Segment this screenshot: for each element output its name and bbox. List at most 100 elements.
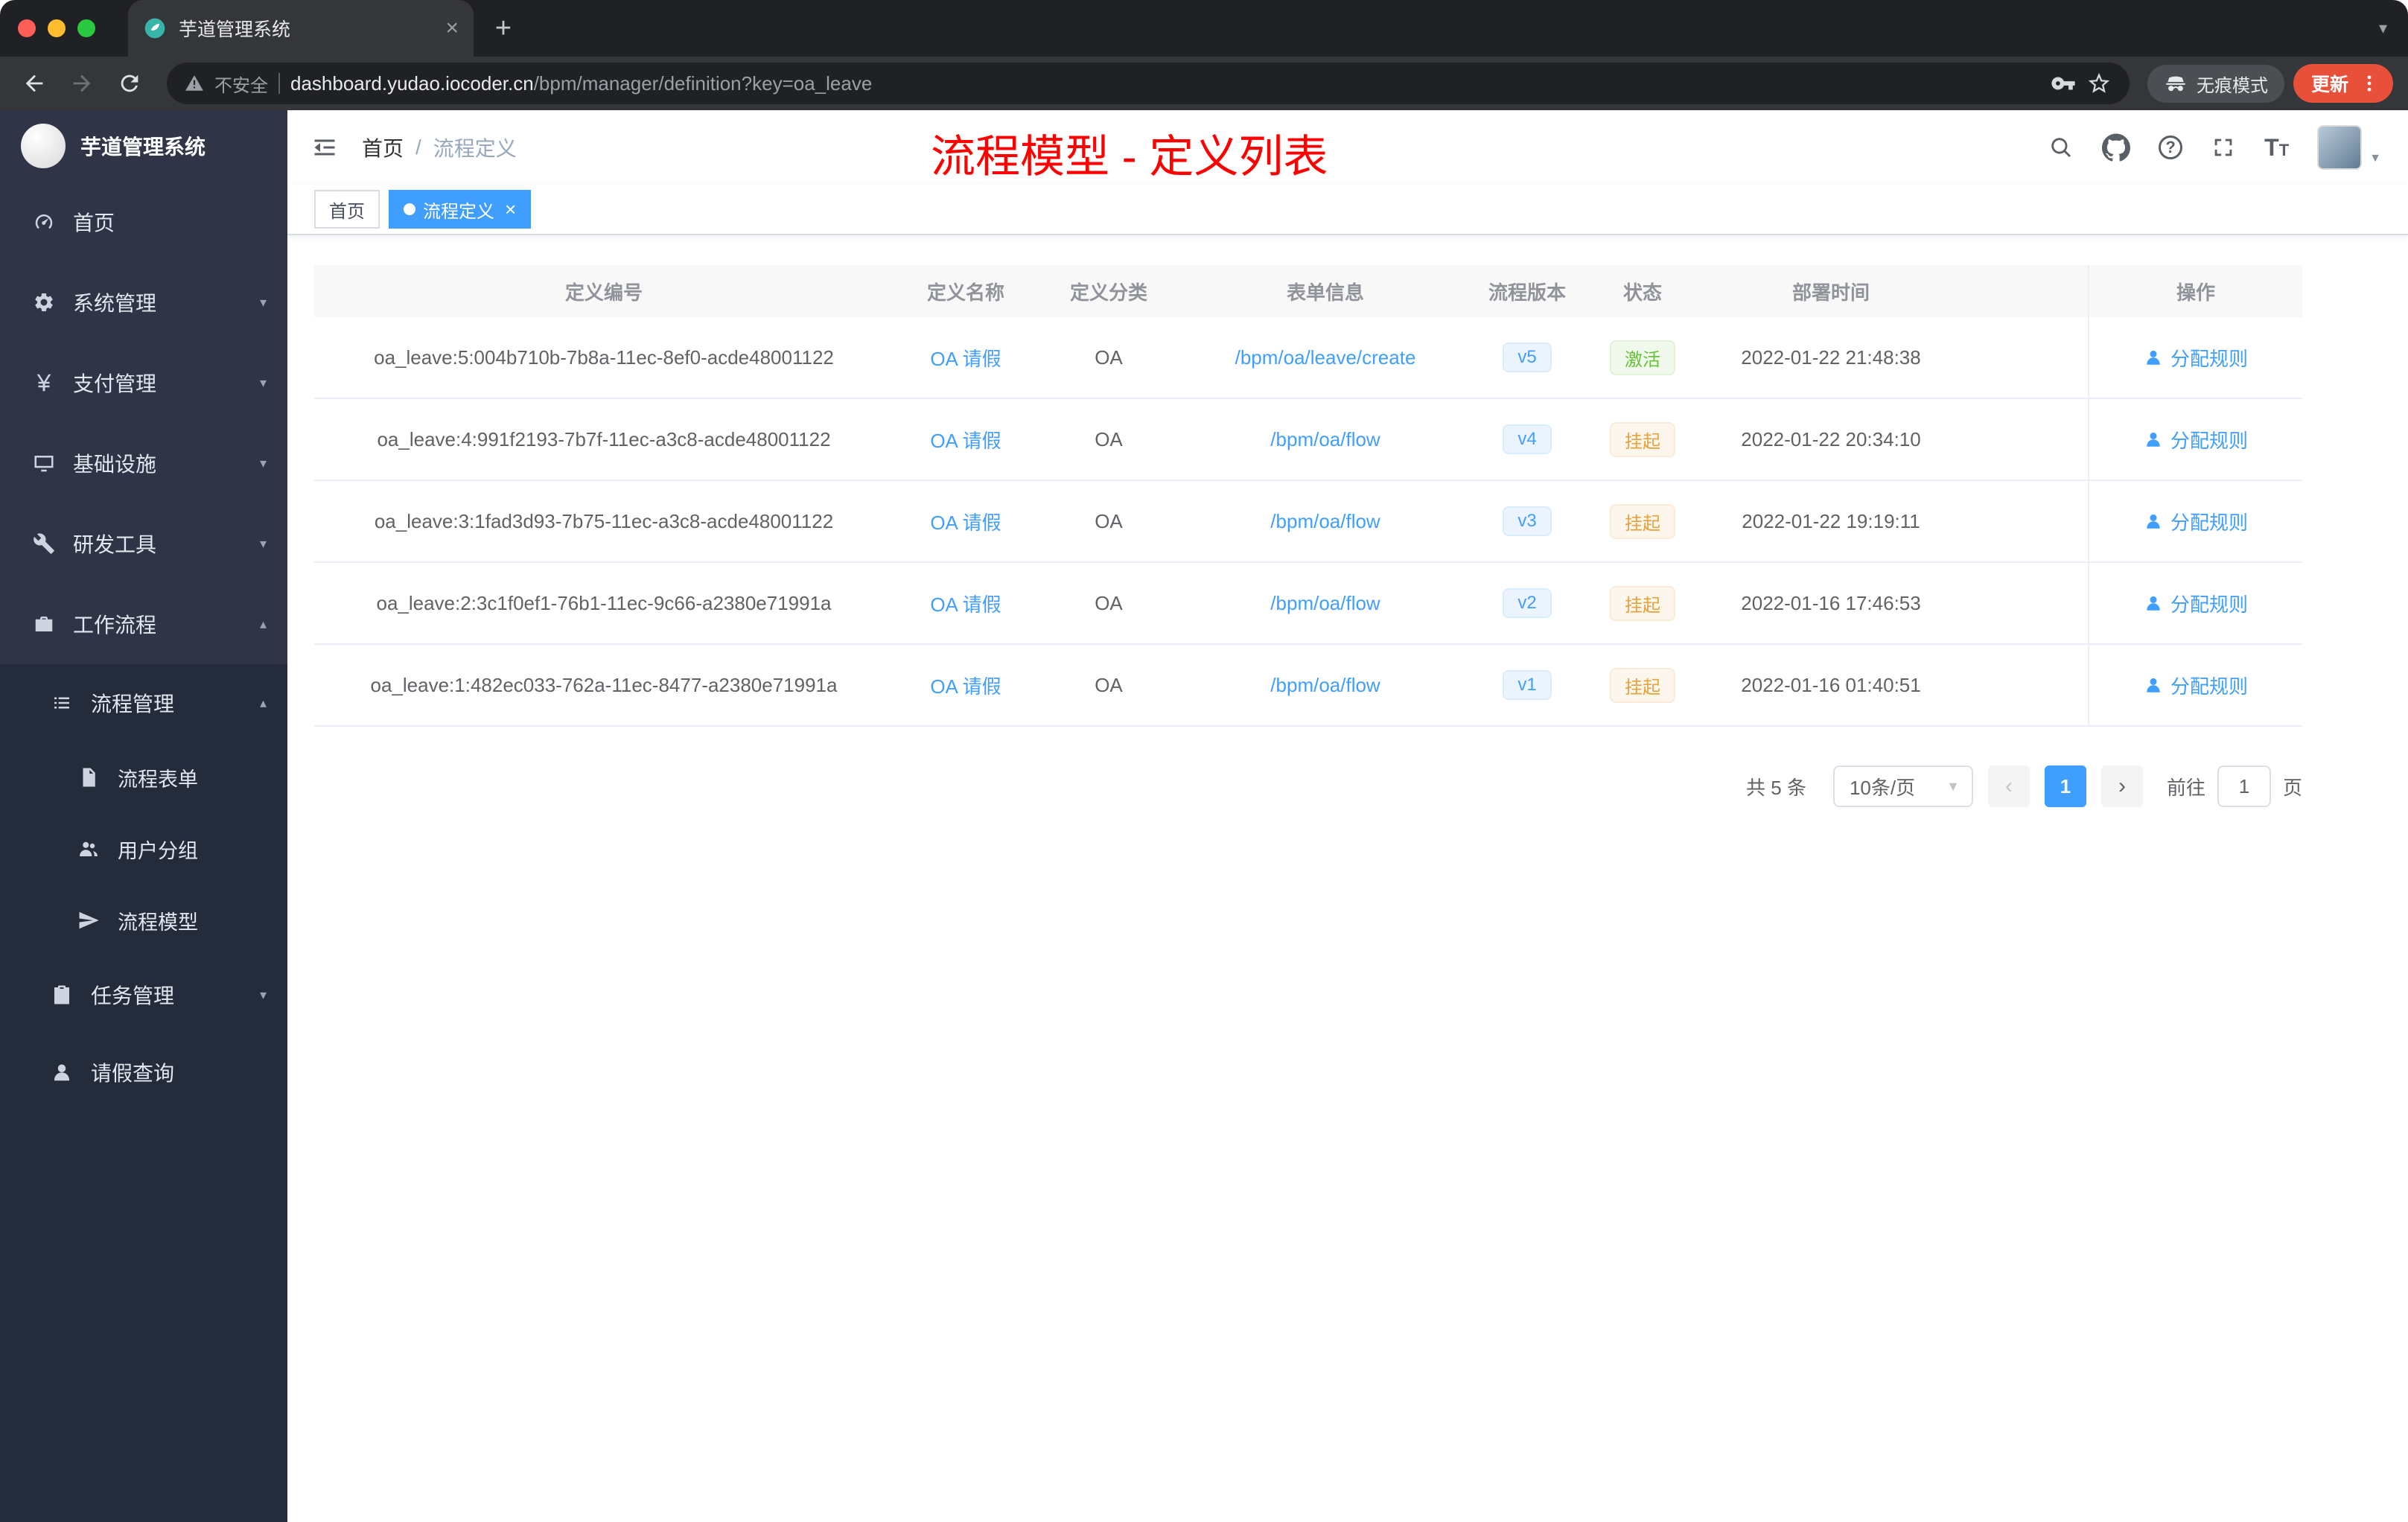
url-bar[interactable]: 不安全 dashboard.yudao.iocoder.cn/bpm/manag… bbox=[167, 63, 2130, 104]
sidebar-item-label: 系统管理 bbox=[73, 292, 157, 315]
collapse-menu-button[interactable] bbox=[287, 110, 362, 185]
url-text: dashboard.yudao.iocoder.cn/bpm/manager/d… bbox=[290, 72, 2040, 95]
briefcase-icon bbox=[33, 613, 55, 635]
font-size-icon[interactable]: TT bbox=[2264, 134, 2289, 162]
person-icon bbox=[51, 1061, 73, 1083]
tab-title: 芋道管理系统 bbox=[179, 19, 291, 40]
sidebar-item-payment[interactable]: 支付管理 ▾ bbox=[0, 343, 287, 423]
definition-category: OA bbox=[1095, 673, 1123, 696]
update-label: 更新 bbox=[2310, 74, 2348, 95]
star-icon[interactable] bbox=[2086, 71, 2112, 96]
fullscreen-icon[interactable] bbox=[2211, 135, 2236, 160]
status-badge: 挂起 bbox=[1610, 421, 1675, 457]
form-link[interactable]: /bpm/oa/flow bbox=[1270, 674, 1380, 697]
window-controls bbox=[0, 19, 116, 37]
sidebar-item-devtools[interactable]: 研发工具 ▾ bbox=[0, 503, 287, 584]
status-badge: 挂起 bbox=[1610, 503, 1675, 539]
chevron-up-icon: ▴ bbox=[259, 695, 267, 710]
github-icon[interactable] bbox=[2102, 133, 2130, 162]
sidebar-item-process-form[interactable]: 流程表单 bbox=[0, 742, 287, 813]
prev-page-button[interactable]: ‹ bbox=[1987, 765, 2030, 807]
caret-down-icon: ▼ bbox=[2369, 152, 2381, 165]
assign-rule-button[interactable]: 分配规则 bbox=[2088, 563, 2302, 643]
definition-name-link[interactable]: OA 请假 bbox=[930, 508, 1001, 535]
version-badge: v3 bbox=[1503, 506, 1552, 536]
help-icon[interactable]: ? bbox=[2159, 136, 2183, 159]
deploy-time: 2022-01-22 20:34:10 bbox=[1741, 427, 1921, 450]
kebab-menu-icon[interactable] bbox=[2359, 73, 2380, 94]
definition-name-link[interactable]: OA 请假 bbox=[930, 672, 1001, 699]
form-link[interactable]: /bpm/oa/flow bbox=[1270, 428, 1380, 451]
pagination-goto: 前往 页 bbox=[2167, 765, 2302, 807]
assign-rule-button[interactable]: 分配规则 bbox=[2088, 481, 2302, 561]
sidebar-item-process-model[interactable]: 流程模型 bbox=[0, 885, 287, 956]
sidebar-item-workflow[interactable]: 工作流程 ▴ bbox=[0, 584, 287, 664]
update-button[interactable]: 更新 bbox=[2293, 64, 2393, 103]
definition-id: oa_leave:4:991f2193-7b7f-11ec-a3c8-acde4… bbox=[377, 427, 831, 450]
assign-rule-label: 分配规则 bbox=[2170, 511, 2248, 534]
sidebar-item-label: 基础设施 bbox=[73, 453, 157, 476]
sidebar-item-leave-query[interactable]: 请假查询 bbox=[0, 1034, 287, 1111]
breadcrumb-home[interactable]: 首页 bbox=[362, 133, 404, 162]
form-link[interactable]: /bpm/oa/flow bbox=[1270, 592, 1380, 615]
paper-plane-icon bbox=[77, 909, 100, 932]
reload-button[interactable] bbox=[110, 64, 149, 103]
person-icon bbox=[2144, 430, 2163, 449]
close-window-button[interactable] bbox=[18, 19, 36, 37]
back-button[interactable] bbox=[15, 64, 54, 103]
incognito-icon bbox=[2164, 71, 2188, 95]
tab-close-icon[interactable]: × bbox=[445, 17, 459, 39]
version-badge: v4 bbox=[1503, 424, 1552, 454]
sidebar-item-task-mgmt[interactable]: 任务管理 ▾ bbox=[0, 956, 287, 1034]
minimize-window-button[interactable] bbox=[48, 19, 66, 37]
assign-rule-button[interactable]: 分配规则 bbox=[2088, 645, 2302, 725]
definition-name-link[interactable]: OA 请假 bbox=[930, 344, 1001, 372]
sidebar-item-system[interactable]: 系统管理 ▾ bbox=[0, 262, 287, 343]
dashboard-icon bbox=[33, 211, 55, 233]
tab-strip: 芋道管理系统 × + ▾ bbox=[0, 0, 2408, 57]
user-menu[interactable]: ▼ bbox=[2317, 125, 2381, 170]
sidebar-item-infrastructure[interactable]: 基础设施 ▾ bbox=[0, 423, 287, 503]
annotation-title: 流程模型 - 定义列表 bbox=[931, 132, 1328, 182]
definition-name-link[interactable]: OA 请假 bbox=[930, 590, 1001, 617]
avatar[interactable] bbox=[2317, 125, 2363, 170]
deploy-time: 2022-01-22 21:48:38 bbox=[1741, 346, 1921, 369]
page-number-button[interactable]: 1 bbox=[2044, 765, 2086, 807]
zoom-window-button[interactable] bbox=[77, 19, 95, 37]
new-tab-button[interactable]: + bbox=[482, 7, 524, 49]
sidebar-item-process-mgmt[interactable]: 流程管理 ▴ bbox=[0, 664, 287, 742]
tag-process-definition[interactable]: 流程定义 × bbox=[389, 190, 532, 229]
tag-close-icon[interactable]: × bbox=[505, 200, 516, 219]
sidebar-logo[interactable]: 芋道管理系统 bbox=[0, 110, 287, 182]
monitor-icon bbox=[33, 452, 55, 474]
page-size-select[interactable]: 10条/页 ▼ bbox=[1832, 765, 1973, 807]
deploy-time: 2022-01-16 01:40:51 bbox=[1741, 673, 1921, 696]
assign-rule-button[interactable]: 分配规则 bbox=[2088, 399, 2302, 480]
goto-page-input[interactable] bbox=[2217, 765, 2271, 807]
forward-button[interactable] bbox=[63, 64, 101, 103]
definition-category: OA bbox=[1095, 346, 1123, 369]
person-icon bbox=[2144, 593, 2163, 613]
browser-tab[interactable]: 芋道管理系统 × bbox=[128, 0, 474, 57]
sidebar-item-home[interactable]: 首页 bbox=[0, 182, 287, 262]
column-header: 部署时间 bbox=[1791, 281, 1870, 304]
column-header: 状态 bbox=[1622, 281, 1662, 304]
table-row: oa_leave:4:991f2193-7b7f-11ec-a3c8-acde4… bbox=[314, 399, 2302, 481]
divider bbox=[278, 73, 280, 94]
search-icon[interactable] bbox=[2048, 135, 2074, 160]
definition-id: oa_leave:1:482ec033-762a-11ec-8477-a2380… bbox=[370, 673, 838, 696]
person-icon bbox=[2144, 675, 2163, 695]
form-link[interactable]: /bpm/oa/leave/create bbox=[1235, 346, 1416, 369]
next-page-button[interactable]: › bbox=[2100, 765, 2143, 807]
logo-title: 芋道管理系统 bbox=[80, 136, 206, 159]
column-header: 定义编号 bbox=[564, 281, 643, 304]
form-link[interactable]: /bpm/oa/flow bbox=[1270, 510, 1380, 533]
tag-home[interactable]: 首页 bbox=[314, 190, 380, 229]
tab-search-icon[interactable]: ▾ bbox=[2379, 19, 2387, 38]
definition-name-link[interactable]: OA 请假 bbox=[930, 426, 1001, 453]
assign-rule-button[interactable]: 分配规则 bbox=[2088, 317, 2302, 398]
sidebar-item-user-group[interactable]: 用户分组 bbox=[0, 813, 287, 885]
browser-toolbar: 不安全 dashboard.yudao.iocoder.cn/bpm/manag… bbox=[0, 57, 2408, 110]
key-icon[interactable] bbox=[2051, 71, 2076, 96]
incognito-badge: 无痕模式 bbox=[2147, 64, 2284, 103]
